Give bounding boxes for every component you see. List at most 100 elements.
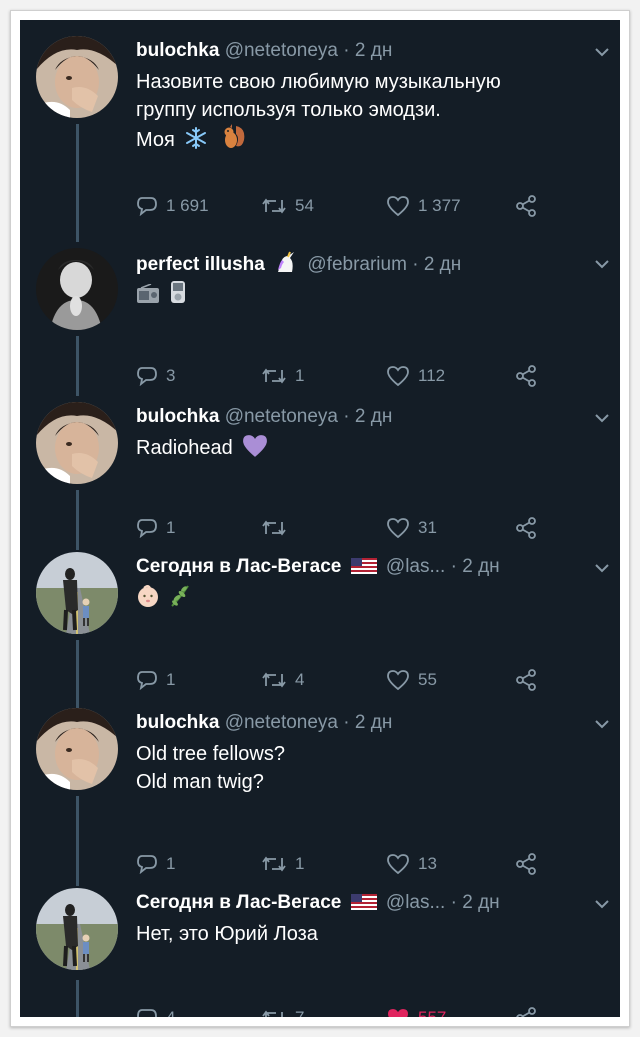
tweet[interactable]: bulochka @netetoneya · 2 дн Old tree fel… <box>20 692 620 875</box>
user-handle[interactable]: @las... <box>386 892 445 913</box>
share-icon <box>516 365 536 387</box>
tweet-line: Моя <box>136 129 175 151</box>
tweet-line: Old tree fellows? <box>136 743 285 765</box>
tweet[interactable]: Сегодня в Лас-Вегасе @las... · 2 дн Нет,… <box>20 872 620 1017</box>
like-button[interactable]: 1 377 <box>386 192 461 220</box>
display-name[interactable]: bulochka <box>136 40 219 61</box>
timestamp[interactable]: 2 дн <box>462 556 499 577</box>
avatar[interactable] <box>36 402 118 484</box>
reply-icon <box>137 1009 157 1017</box>
share-button[interactable] <box>514 666 546 694</box>
tweet[interactable]: bulochka @netetoneya · 2 дн Назовите сво… <box>20 20 620 230</box>
user-handle[interactable]: @netetoneya <box>225 406 338 427</box>
display-name[interactable]: bulochka <box>136 712 219 733</box>
timestamp[interactable]: 2 дн <box>355 406 392 427</box>
reply-count: 1 <box>166 854 176 873</box>
chevron-down-icon[interactable] <box>590 712 614 736</box>
tweet[interactable]: perfect illusha @febrarium · 2 дн 3 1 11… <box>20 232 620 387</box>
tweet-line: Radiohead <box>136 437 233 459</box>
tweet-thread: bulochka @netetoneya · 2 дн Назовите сво… <box>20 20 620 1017</box>
heart-icon <box>387 196 409 217</box>
reply-icon <box>137 519 157 538</box>
ipod-emoji <box>170 281 185 303</box>
tweet[interactable]: bulochka @netetoneya · 2 дн Radiohead 1 … <box>20 386 620 539</box>
user-handle[interactable]: @netetoneya <box>225 712 338 733</box>
heart-icon <box>387 670 409 691</box>
squirrel-emoji <box>224 124 245 148</box>
tweet-header: bulochka @netetoneya · 2 дн <box>136 710 580 736</box>
tweet-text: Назовите свою любимую музыкальную группу… <box>136 68 590 154</box>
like-count: 13 <box>418 854 437 873</box>
reply-button[interactable]: 1 <box>136 666 175 694</box>
timestamp[interactable]: 2 дн <box>462 892 499 913</box>
like-button[interactable]: 55 <box>386 666 437 694</box>
chevron-down-icon[interactable] <box>590 556 614 580</box>
heart-icon <box>387 366 409 387</box>
reply-button[interactable]: 1 691 <box>136 192 209 220</box>
retweet-icon <box>262 856 286 872</box>
tweet[interactable]: Сегодня в Лас-Вегасе @las... · 2 дн 1 4 … <box>20 536 620 692</box>
share-icon <box>516 1007 536 1017</box>
us-flag-emoji <box>350 558 377 574</box>
separator-dot: · <box>450 556 457 577</box>
share-icon <box>516 669 536 691</box>
tweet-header: bulochka @netetoneya · 2 дн <box>136 404 580 430</box>
purple-heart-emoji <box>243 435 268 457</box>
chevron-down-icon[interactable] <box>590 406 614 430</box>
like-count: 31 <box>418 518 437 537</box>
radio-emoji <box>137 283 159 303</box>
reply-icon <box>137 855 157 874</box>
user-handle[interactable]: @febrarium <box>307 254 407 275</box>
like-button[interactable]: 557 <box>386 1004 446 1017</box>
retweet-icon <box>262 520 286 536</box>
reply-button[interactable]: 4 <box>136 1004 175 1017</box>
like-count: 1 377 <box>418 196 461 215</box>
avatar[interactable] <box>36 888 118 970</box>
us-flag-emoji <box>350 894 377 910</box>
display-name[interactable]: Сегодня в Лас-Вегасе <box>136 556 341 577</box>
separator-dot: · <box>343 712 350 733</box>
heart-filled-icon <box>388 1009 408 1017</box>
reply-count: 1 691 <box>166 196 209 215</box>
chevron-down-icon[interactable] <box>590 892 614 916</box>
baby-face-emoji <box>138 585 158 607</box>
tweet-line: Нет, это Юрий Лоза <box>136 923 318 945</box>
tweet-line: Old man twig? <box>136 771 264 793</box>
retweet-icon <box>262 672 286 688</box>
tweet-text <box>136 280 590 309</box>
timestamp[interactable]: 2 дн <box>355 40 392 61</box>
chevron-down-icon[interactable] <box>590 252 614 276</box>
tweet-header: perfect illusha @febrarium · 2 дн <box>136 250 580 276</box>
tweet-header: bulochka @netetoneya · 2 дн <box>136 38 580 64</box>
retweet-button[interactable]: 7 <box>261 1004 304 1017</box>
display-name[interactable]: bulochka <box>136 406 219 427</box>
retweet-count: 7 <box>295 1008 304 1017</box>
chevron-down-icon[interactable] <box>590 40 614 64</box>
retweet-icon <box>262 368 286 384</box>
reply-count: 1 <box>166 670 176 689</box>
avatar[interactable] <box>36 36 118 118</box>
user-handle[interactable]: @netetoneya <box>225 40 338 61</box>
avatar[interactable] <box>36 248 118 330</box>
tweet-text <box>136 584 590 612</box>
tweet-header: Сегодня в Лас-Вегасе @las... · 2 дн <box>136 554 580 580</box>
snowflake-emoji <box>186 127 207 149</box>
retweet-button[interactable]: 54 <box>261 192 314 220</box>
tweet-text: Radiohead <box>136 434 590 462</box>
unicorn-emoji <box>278 251 295 272</box>
user-handle[interactable]: @las... <box>386 556 445 577</box>
retweet-count: 1 <box>295 366 305 385</box>
share-button[interactable] <box>514 1004 546 1017</box>
display-name[interactable]: Сегодня в Лас-Вегасе <box>136 892 341 913</box>
tweet-text: Old tree fellows? Old man twig? <box>136 740 590 796</box>
tweet-text: Нет, это Юрий Лоза <box>136 920 590 948</box>
avatar[interactable] <box>36 708 118 790</box>
separator-dot: · <box>343 406 350 427</box>
timestamp[interactable]: 2 дн <box>355 712 392 733</box>
timestamp[interactable]: 2 дн <box>424 254 461 275</box>
display-name[interactable]: perfect illusha <box>136 254 265 275</box>
avatar[interactable] <box>36 552 118 634</box>
share-button[interactable] <box>514 192 546 220</box>
tweet-actions: 4 7 557 <box>136 1004 576 1017</box>
retweet-button[interactable]: 4 <box>261 666 304 694</box>
